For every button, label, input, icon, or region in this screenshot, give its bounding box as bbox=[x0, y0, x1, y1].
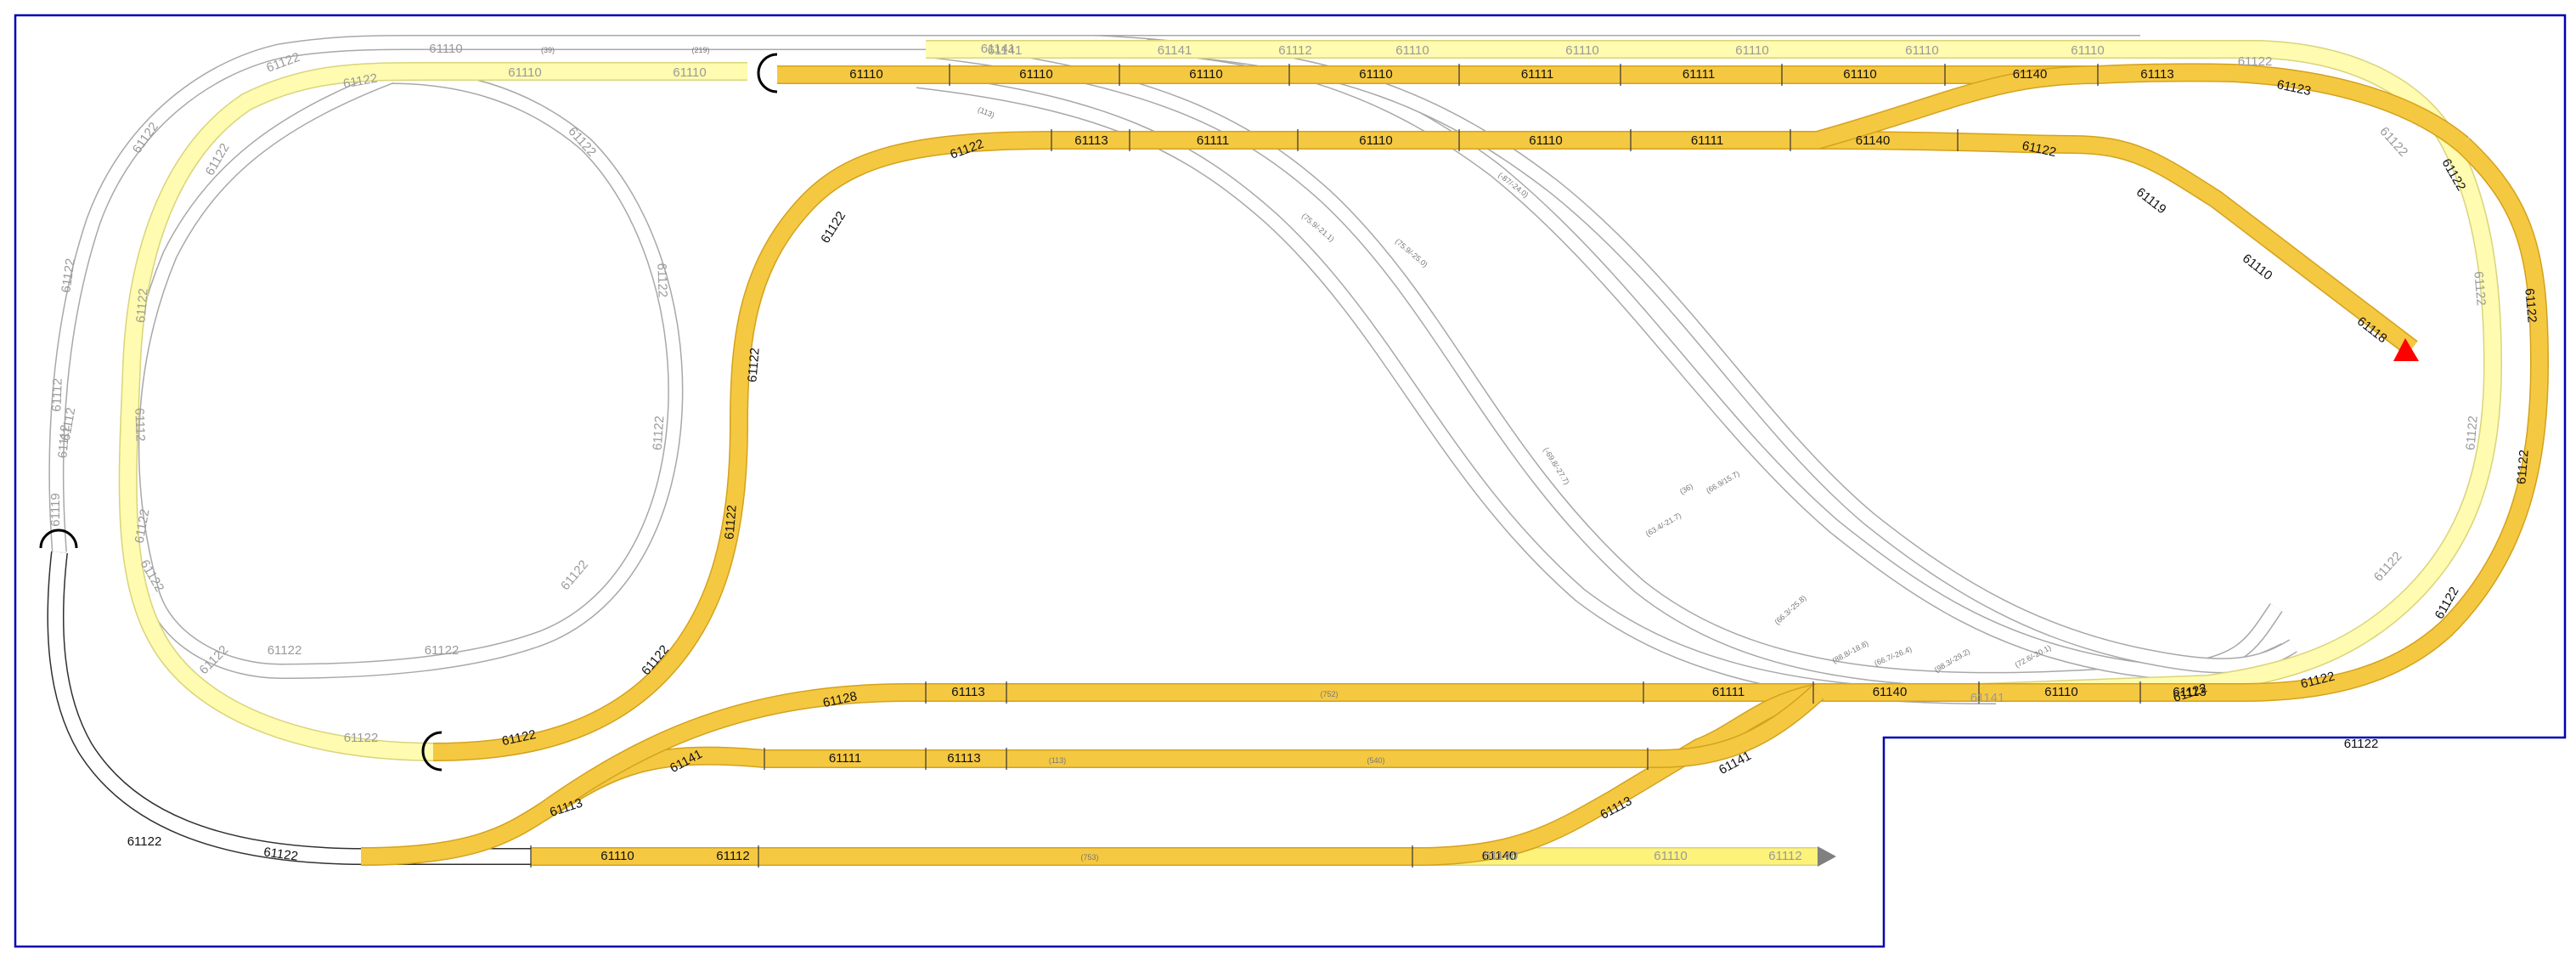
track-part-label: 61110 bbox=[1395, 43, 1429, 58]
track-part-label: 61112 bbox=[49, 378, 65, 412]
track-part-label: 61113 bbox=[947, 751, 981, 766]
track-part-label: 61110 bbox=[1735, 43, 1769, 58]
track-part-label: 61111 bbox=[1521, 67, 1553, 82]
track-part-label: 61112 bbox=[132, 408, 147, 442]
track-part-label: 61110 bbox=[1189, 67, 1223, 82]
track-part-label: 61111 bbox=[1683, 67, 1715, 82]
track-part-label: 61113 bbox=[1074, 133, 1108, 148]
track-part-label: 61110 bbox=[1359, 133, 1393, 148]
track-part-label: 61122 bbox=[745, 348, 762, 383]
track-part-label: 61110 bbox=[1905, 43, 1939, 58]
track-part-label: 61110 bbox=[1359, 67, 1393, 82]
track-part-label: 61110 bbox=[673, 65, 707, 80]
baseboard-outline bbox=[15, 15, 2565, 947]
track-part-label: 61140 bbox=[1873, 685, 1908, 699]
track-part-label: 61111 bbox=[1197, 133, 1229, 148]
track-part-label: 61122 bbox=[2344, 737, 2379, 751]
track-part-label: 61112 bbox=[1768, 849, 1802, 863]
track-part-label: 61110 bbox=[1843, 67, 1877, 82]
track-plan: 61110 61110 61110 61110 61111 61111 61110 61140… bbox=[14, 14, 2567, 948]
track-part-label: 61140 bbox=[2013, 67, 2048, 82]
track-part-label: (113) bbox=[1049, 756, 1066, 765]
track-part-label: 61112 bbox=[55, 424, 72, 459]
track-part-label: (752) bbox=[1320, 690, 1338, 698]
track-part-label: 61140 bbox=[1856, 133, 1891, 148]
track-part-label: 61111 bbox=[1691, 133, 1723, 148]
track-part-label: 61110 bbox=[1565, 43, 1599, 58]
track-part-label: 61113 bbox=[951, 685, 985, 699]
track-part-label: 61122 bbox=[2463, 415, 2480, 451]
track-part-label: 61122 bbox=[127, 834, 162, 849]
track-part-label: 61122 bbox=[722, 505, 739, 540]
track-part-label: (39) bbox=[541, 46, 555, 54]
track-part-label: 61122 bbox=[651, 415, 668, 451]
track-part-label: 61110 bbox=[1654, 849, 1688, 863]
track-part-label: 61122 bbox=[2238, 54, 2273, 69]
track-part-label: 61110 bbox=[2071, 43, 2105, 58]
track-part-label: 61122 bbox=[133, 288, 150, 324]
track-part-label: 61122 bbox=[654, 263, 669, 297]
track-part-label: 61110 bbox=[1019, 67, 1053, 82]
track-part-label: 61122 bbox=[2514, 449, 2531, 485]
track-part-label: 61110 bbox=[508, 65, 542, 80]
track-part-label: 61141 bbox=[1970, 691, 2005, 705]
track-part-label: 61110 bbox=[600, 849, 634, 863]
track-part-label: 61141 bbox=[1158, 43, 1192, 58]
track-part-label: 61112 bbox=[1278, 43, 1312, 58]
track-part-label: 61122 bbox=[425, 643, 459, 658]
track-part-label: 61112 bbox=[716, 849, 750, 863]
track-part-label: 61140 bbox=[1484, 849, 1519, 863]
track-part-label: 61113 bbox=[2140, 67, 2174, 82]
track-part-label: 61119 bbox=[48, 493, 63, 527]
track-part-label: 61122 bbox=[2522, 288, 2539, 324]
track-part-label: (219) bbox=[691, 46, 709, 54]
track-part-label: (753) bbox=[1080, 853, 1098, 862]
track-part-label: 61111 bbox=[829, 751, 861, 766]
track-part-label: (540) bbox=[1367, 756, 1384, 765]
track-part-label: 61122 bbox=[344, 731, 379, 745]
track-part-label: 61111 bbox=[1712, 685, 1745, 699]
track-part-label: 61122 bbox=[268, 643, 302, 658]
track-part-label: 61110 bbox=[429, 42, 463, 56]
track-part-label: 61110 bbox=[1529, 133, 1563, 148]
track-part-label: 61141 bbox=[981, 42, 1016, 56]
track-part-label: 61110 bbox=[849, 67, 883, 82]
track-part-label: 61122 bbox=[2471, 271, 2488, 307]
track-part-label: 61110 bbox=[2044, 685, 2078, 699]
